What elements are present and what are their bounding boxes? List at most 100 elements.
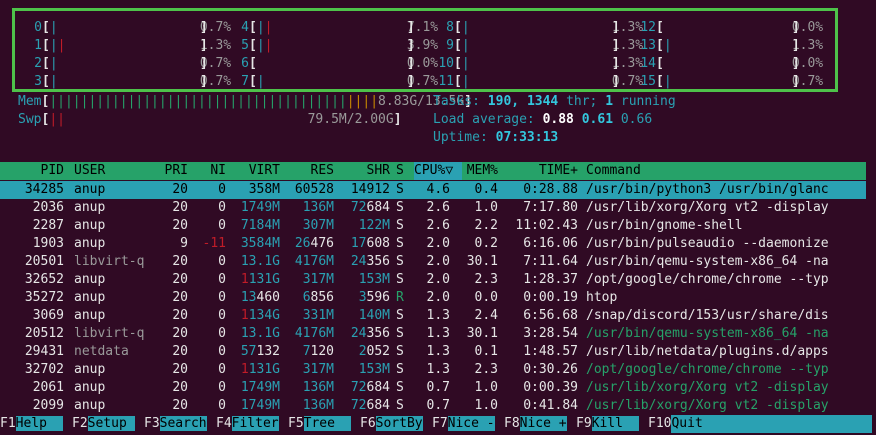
col-res[interactable]: RES (282, 162, 334, 180)
cell-virt: 3584M (240, 236, 280, 251)
col-state[interactable]: S (396, 162, 404, 180)
fkey-label: Setup (87, 416, 135, 431)
cell-res: 307M (302, 218, 334, 233)
cell-res: 317M (302, 362, 334, 377)
col-command[interactable]: Command (586, 162, 641, 180)
cpu-bar: || (256, 38, 273, 53)
fkey-f2[interactable]: F2Setup (72, 415, 135, 433)
cell-time: 11:02.43 (515, 218, 578, 233)
fkey-f9[interactable]: F9Kill (576, 415, 639, 433)
cell-cpu: 2.6 (426, 218, 450, 233)
cell-ni: 0 (218, 362, 226, 377)
cell-cpu: 1.3 (426, 308, 450, 323)
table-row[interactable]: 34285 anup 20 0 358M 60528 14912 S 4.6 0.4 0:28.88… (0, 181, 866, 199)
col-pid[interactable]: PID (0, 162, 64, 180)
cell-virt: 1749M (240, 380, 280, 395)
cell-command: /usr/bin/python3 /usr/bin/glanc (586, 182, 829, 197)
col-pri[interactable]: PRI (150, 162, 188, 180)
cpu-id: 12 (640, 20, 656, 35)
fkey-f8[interactable]: F8Nice + (504, 415, 567, 433)
fkey-f1[interactable]: F1Help (0, 415, 63, 433)
table-row[interactable]: 29431 netdata 20 0 57132 7120 2052 S 1.3 0.1 1:48.… (0, 343, 866, 361)
cpu-bar: | (663, 38, 672, 53)
function-key-bar: F1Help F2Setup F3Search F4Filter F5Tree F6… (0, 415, 876, 433)
cpu-id: 9 (446, 38, 454, 53)
cell-shr: 3596 (358, 290, 390, 305)
col-cpu[interactable]: CPU%▽ (414, 162, 462, 180)
col-time[interactable]: TIME+ (508, 162, 578, 180)
cell-res: 26476 (294, 236, 334, 251)
cell-mem: 1.0 (474, 380, 498, 395)
cell-state: R (396, 290, 404, 305)
cell-command: /usr/bin/pulseaudio --daemonize (586, 236, 829, 251)
cell-res: 60528 (294, 182, 334, 197)
cell-pri: 20 (172, 218, 188, 233)
cell-user: anup (74, 308, 106, 323)
cpu-bar: || (49, 38, 66, 53)
load-label: Load average: (433, 112, 535, 127)
cpu-meter-14: 14[0.0%] (632, 55, 823, 73)
cell-shr: 122M (358, 218, 390, 233)
cpu-meter-4: 4[|| 7.1%] (225, 19, 438, 37)
cell-command: /usr/bin/qemu-system-x86_64 -na (586, 326, 829, 341)
fkey-number: F6 (360, 416, 376, 431)
cell-pid: 3069 (32, 308, 64, 323)
uptime: Uptime: 07:33:13 (433, 129, 558, 147)
table-row[interactable]: 20512 libvirt-q 20 0 13.1G 4176M 24356 S 1.3 30.1… (0, 325, 866, 343)
cpu-meter-5: 5[|| 3.9%] (225, 37, 438, 55)
fkey-label: Nice + (519, 416, 567, 431)
col-virt[interactable]: VIRT (228, 162, 280, 180)
col-shr[interactable]: SHR (336, 162, 390, 180)
table-row[interactable]: 35272 anup 20 0 13460 6856 3596 R 2.0 0.0 0:00.19 h… (0, 289, 866, 307)
table-row[interactable]: 2036 anup 20 0 1749M 136M 72684 S 2.6 1.0 7:17.80 /… (0, 199, 866, 217)
cpu-id: 15 (640, 74, 656, 89)
fkey-f10[interactable]: F10Quit (648, 415, 873, 433)
table-row[interactable]: 3069 anup 20 0 1134G 331M 140M S 1.3 2.4 6:56.68/s… (0, 307, 866, 325)
cell-res: 317M (302, 272, 334, 287)
cell-time: 3:28.54 (523, 326, 578, 341)
cell-time: 6:16.06 (523, 236, 578, 251)
cpu-bar: | (461, 38, 470, 53)
cell-ni: 0 (218, 398, 226, 413)
table-row[interactable]: 2099 anup 20 0 1749M 136M 72684 S 0.7 1.0 0:41.84 /… (0, 397, 866, 415)
cell-virt: 1749M (240, 398, 280, 413)
table-row[interactable]: 20501 libvirt-q 20 0 13.1G 4176M 24356 S 2.0 30.1… (0, 253, 866, 271)
cell-mem: 0.2 (474, 236, 498, 251)
cpu-id: 11 (438, 74, 454, 89)
col-mem[interactable]: MEM% (462, 162, 498, 180)
swap-value: 79.5M/2.00G (307, 112, 394, 127)
fkey-number: F7 (432, 416, 448, 431)
cell-state: S (396, 236, 404, 251)
table-row[interactable]: 2061 anup 20 0 1749M 136M 72684 S 0.7 1.0 0:00.39 /… (0, 379, 866, 397)
fkey-f5[interactable]: F5Tree (288, 415, 351, 433)
cell-mem: 2.3 (474, 272, 498, 287)
fkey-label: Filter (231, 416, 279, 431)
cell-time: 0:41.84 (523, 398, 578, 413)
memory-label: Mem (18, 94, 42, 109)
cell-mem: 2.4 (474, 308, 498, 323)
fkey-number: F9 (576, 416, 592, 431)
col-ni[interactable]: NI (196, 162, 226, 180)
table-row[interactable]: 1903 anup 9 -11 3584M 26476 17608 S 2.0 0.2 6:16.0… (0, 235, 866, 253)
sort-indicator-icon: ▽ (445, 163, 454, 178)
cell-user: anup (74, 236, 106, 251)
fkey-number: F1 (0, 416, 16, 431)
cell-res: 136M (302, 380, 334, 395)
memory-meter: Mem[||||||||||||||||||||||||||||||||||||… (18, 94, 472, 109)
fkey-f6[interactable]: F6SortBy (360, 415, 423, 433)
cell-pid: 20501 (24, 254, 64, 269)
cell-ni: 0 (218, 218, 226, 233)
col-user[interactable]: USER (74, 162, 105, 180)
fkey-f3[interactable]: F3Search (144, 415, 207, 433)
tasks-count: 190, (487, 94, 520, 109)
cpu-meter-6: 6[0.0%] (225, 55, 438, 73)
running-count: 1 (605, 94, 614, 109)
fkey-f4[interactable]: F4Filter (216, 415, 279, 433)
fkey-f7[interactable]: F7Nice - (432, 415, 495, 433)
cell-shr: 153M (358, 362, 390, 377)
table-row[interactable]: 32702 anup 20 0 1131G 317M 153M S 1.3 2.3 0:30.26 /… (0, 361, 866, 379)
table-row[interactable]: 2287 anup 20 0 7184M 307M 122M S 2.6 2.2 11:02.43 /… (0, 217, 866, 235)
cell-time: 7:11.64 (523, 254, 578, 269)
table-row[interactable]: 32652 anup 20 0 1131G 317M 153M S 2.0 2.3 1:28.37 /… (0, 271, 866, 289)
cell-virt: 13.1G (240, 326, 280, 341)
